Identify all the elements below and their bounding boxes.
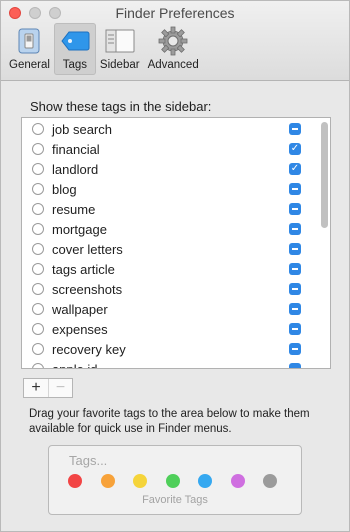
tag-radio[interactable] — [32, 183, 44, 195]
tag-row[interactable]: landlord ✓ — [22, 159, 318, 179]
tag-row[interactable]: recovery key — [22, 339, 318, 359]
favorite-color-dot[interactable] — [100, 474, 115, 488]
tag-radio[interactable] — [32, 143, 44, 155]
tag-radio[interactable] — [32, 323, 44, 335]
tab-advanced[interactable]: Advanced — [144, 23, 203, 75]
tag-radio[interactable] — [32, 243, 44, 255]
title-bar: Finder Preferences General Tags Sidebar … — [1, 1, 349, 81]
show-in-sidebar-checkbox[interactable] — [289, 303, 301, 315]
tag-radio[interactable] — [32, 223, 44, 235]
favorite-color-dot[interactable] — [198, 474, 212, 488]
show-in-sidebar-checkbox[interactable] — [289, 343, 301, 355]
tag-row[interactable]: screenshots — [22, 279, 318, 299]
tag-radio[interactable] — [32, 203, 44, 215]
finder-preferences-window: Finder Preferences General Tags Sidebar … — [0, 0, 350, 532]
general-switch-icon — [12, 25, 46, 57]
tag-name: apple id — [52, 361, 98, 369]
tag-radio[interactable] — [32, 363, 44, 368]
tab-advanced-label: Advanced — [147, 59, 199, 71]
scrollbar-thumb[interactable] — [321, 122, 328, 228]
favorite-tags-caption: Favorite Tags — [142, 494, 208, 506]
tab-sidebar[interactable]: Sidebar — [96, 23, 144, 75]
tag-row[interactable]: apple id — [22, 359, 318, 369]
favorite-color-dots — [68, 474, 282, 488]
tab-general-label: General — [9, 59, 50, 71]
favorite-color-dot[interactable] — [230, 474, 245, 488]
show-in-sidebar-checkbox[interactable] — [289, 363, 301, 368]
show-in-sidebar-checkbox[interactable] — [289, 123, 301, 135]
tag-name: cover letters — [52, 241, 123, 257]
tags-list[interactable]: job search financial ✓ landlord ✓ blog resume m… — [21, 117, 331, 369]
preferences-toolbar: General Tags Sidebar Advanced — [5, 23, 203, 77]
tab-tags-label: Tags — [62, 59, 88, 71]
tab-tags[interactable]: Tags — [53, 23, 96, 75]
favorite-color-dot[interactable] — [263, 474, 277, 488]
tags-section-label: Show these tags in the sidebar: — [30, 99, 212, 114]
tag-radio[interactable] — [32, 283, 44, 295]
remove-tag-button[interactable]: − — [48, 379, 72, 397]
tab-general[interactable]: General — [5, 23, 54, 75]
show-in-sidebar-checkbox[interactable] — [289, 183, 301, 195]
window-title: Finder Preferences — [115, 5, 235, 21]
tag-radio[interactable] — [32, 123, 44, 135]
gear-icon — [156, 25, 190, 57]
tag-radio[interactable] — [32, 343, 44, 355]
tag-row[interactable]: mortgage — [22, 219, 318, 239]
tag-name: tags article — [52, 261, 115, 277]
show-in-sidebar-checkbox[interactable] — [289, 203, 301, 215]
tag-name: financial — [52, 141, 100, 157]
tag-name: recovery key — [52, 341, 126, 357]
tag-row[interactable]: financial ✓ — [22, 139, 318, 159]
tag-name: screenshots — [52, 281, 123, 297]
help-text: Drag your favorite tags to the area belo… — [29, 408, 310, 435]
favorite-color-dot[interactable] — [68, 474, 82, 488]
show-in-sidebar-checkbox[interactable] — [289, 283, 301, 295]
tag-name: resume — [52, 201, 96, 217]
tags-list-scrollbar[interactable] — [320, 122, 328, 366]
tag-row[interactable]: cover letters — [22, 239, 318, 259]
add-tag-button[interactable]: + — [24, 379, 48, 397]
show-in-sidebar-checkbox[interactable] — [289, 243, 301, 255]
sidebar-window-icon — [103, 25, 137, 57]
show-in-sidebar-checkbox[interactable] — [289, 323, 301, 335]
show-in-sidebar-checkbox[interactable]: ✓ — [289, 163, 301, 175]
show-in-sidebar-checkbox[interactable] — [289, 263, 301, 275]
tag-name: job search — [52, 121, 112, 137]
tag-name: mortgage — [52, 221, 107, 237]
tag-name: landlord — [52, 161, 99, 177]
tab-sidebar-label: Sidebar — [99, 59, 140, 71]
tag-radio[interactable] — [32, 303, 44, 315]
tag-radio[interactable] — [32, 163, 44, 175]
show-in-sidebar-checkbox[interactable] — [289, 223, 301, 235]
add-remove-control: + − — [23, 378, 73, 398]
tag-name: expenses — [52, 321, 108, 337]
tag-row[interactable]: expenses — [22, 319, 318, 339]
tag-row[interactable]: tags article — [22, 259, 318, 279]
tag-radio[interactable] — [32, 263, 44, 275]
show-in-sidebar-checkbox[interactable]: ✓ — [289, 143, 301, 155]
tag-icon — [58, 25, 92, 57]
tag-row[interactable]: resume — [22, 199, 318, 219]
tag-row[interactable]: wallpaper — [22, 299, 318, 319]
favorite-tags-placeholder: Tags... — [69, 453, 108, 468]
favorite-color-dot[interactable] — [133, 474, 147, 488]
tag-name: blog — [52, 181, 77, 197]
tag-row[interactable]: blog — [22, 179, 318, 199]
favorite-color-dot[interactable] — [165, 474, 180, 488]
tag-row[interactable]: job search — [22, 119, 318, 139]
favorite-tags-area[interactable]: Tags... Favorite Tags — [48, 445, 302, 515]
tag-name: wallpaper — [52, 301, 108, 317]
